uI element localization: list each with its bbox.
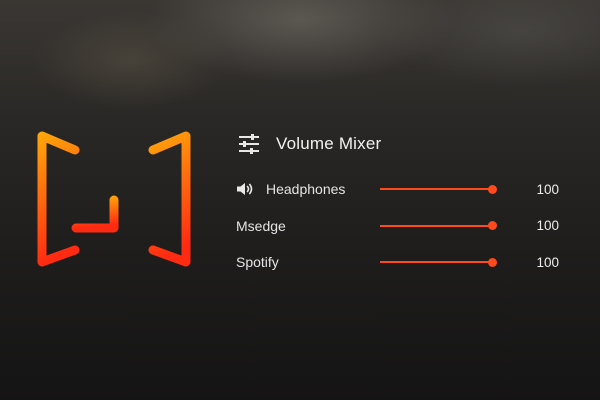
volume-value: 100: [536, 218, 559, 234]
speaker-icon: [237, 183, 253, 196]
slider-fill: [380, 188, 492, 191]
volume-value: 100: [536, 254, 559, 270]
equalizer-brackets-logo-icon: [37, 131, 191, 267]
slider-fill: [380, 224, 492, 227]
app-logo: [34, 128, 194, 270]
row-label: Headphones: [266, 181, 346, 198]
volume-slider-headphones[interactable]: [380, 183, 497, 195]
volume-slider-spotify[interactable]: [380, 256, 497, 268]
row-label-container: Spotify: [236, 254, 380, 270]
slider-thumb[interactable]: [487, 184, 497, 194]
sliders-icon: [239, 134, 259, 154]
row-label-container: Msedge: [236, 218, 380, 234]
slider-thumb[interactable]: [487, 221, 497, 231]
volume-mixer-panel: Volume Mixer Headphones 100 Msedge 100 S…: [236, 128, 566, 281]
volume-mixer-title: Volume Mixer: [276, 134, 382, 153]
row-label-container: Headphones: [236, 181, 380, 197]
volume-mixer-header: Volume Mixer: [236, 128, 566, 160]
mixer-rows: Headphones 100 Msedge 100 Spotify 100: [236, 171, 566, 281]
row-label: Spotify: [236, 254, 279, 271]
mixer-row-msedge: Msedge 100: [236, 208, 566, 245]
volume-value: 100: [536, 181, 559, 197]
row-label: Msedge: [236, 217, 286, 234]
mixer-row-headphones: Headphones 100: [236, 171, 566, 208]
mixer-row-spotify: Spotify 100: [236, 244, 566, 281]
volume-slider-msedge[interactable]: [380, 220, 497, 232]
slider-fill: [380, 261, 492, 264]
slider-thumb[interactable]: [487, 257, 497, 267]
